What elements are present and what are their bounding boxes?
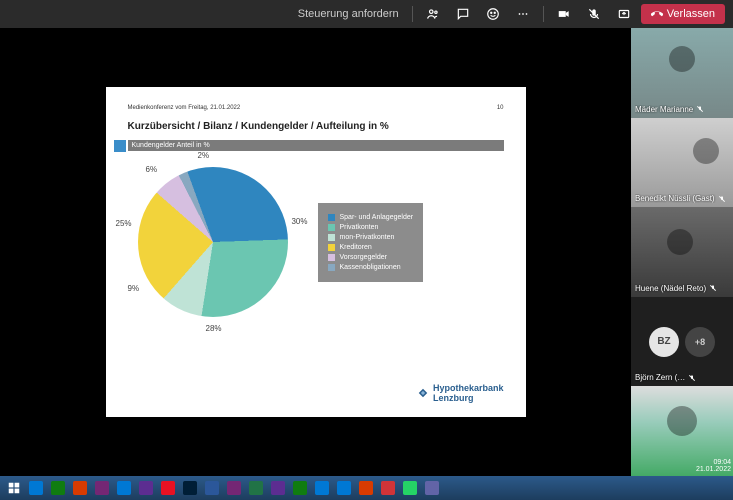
participant-tile[interactable]: 09:04 21.01.2022 [631,386,733,476]
legend-swatch [328,234,335,241]
mic-muted-icon [709,284,717,292]
taskbar-app[interactable] [158,479,178,497]
taskbar-app[interactable] [92,479,112,497]
slide-title: Kurzübersicht / Bilanz / Kundengelder / … [128,121,504,132]
participant-tile[interactable]: Benedikt Nüssli (Gast) [631,118,733,208]
mic-muted-icon [688,374,696,382]
meeting-toolbar: Steuerung anfordern Verlassen [0,0,733,28]
pie-label: 25% [116,219,132,228]
mic-muted-icon [718,195,726,203]
legend-label: Vorsorgegelder [340,254,387,261]
participant-strip: Mäder Marianne Benedikt Nüssli (Gast) Hu… [631,28,733,476]
taskbar-app[interactable] [290,479,310,497]
taskbar-app[interactable] [224,479,244,497]
pie-graphic [138,167,288,317]
chart-row: 30% 28% 9% 25% 6% 2% Spar- und Anlagegel… [128,157,504,327]
brand-line2: Lenzburg [433,393,504,403]
legend-swatch [328,244,335,251]
toolbar-separator [543,6,544,22]
legend-item: Kassenobligationen [328,264,414,271]
clock-date: 21.01.2022 [696,466,731,474]
mic-muted-icon[interactable] [581,3,607,25]
taskbar-app[interactable] [180,479,200,497]
participant-name: Huene (Nädel Reto) [635,284,706,293]
taskbar-app[interactable] [268,479,288,497]
slide-subtitle-bar: Kundengelder Anteil in % [128,140,504,151]
toolbar-separator [412,6,413,22]
pie-chart: 30% 28% 9% 25% 6% 2% [128,157,298,327]
start-button[interactable] [4,479,24,497]
legend-item: mon-Privatkonten [328,234,414,241]
legend-label: Kreditoren [340,244,372,251]
people-icon[interactable] [420,3,446,25]
legend-item: Spar- und Anlagegelder [328,214,414,221]
legend-label: Kassenobligationen [340,264,401,271]
presentation-slide: Medienkonferenz vom Freitag, 21.01.2022 … [106,87,526,417]
participant-tile[interactable]: Huene (Nädel Reto) [631,207,733,297]
taskbar-app[interactable] [114,479,134,497]
legend-label: Privatkonten [340,224,379,231]
legend-swatch [328,254,335,261]
chart-legend: Spar- und Anlagegelder Privatkonten mon-Pr… [318,203,424,282]
participant-name: Mäder Marianne [635,105,693,114]
slide-meta-left: Medienkonferenz vom Freitag, 21.01.2022 [128,105,241,111]
diamond-icon [417,387,429,399]
slide-page-number: 10 [497,105,504,111]
legend-swatch [328,214,335,221]
pie-label: 28% [206,324,222,333]
participant-name: Benedikt Nüssli (Gast) [635,194,715,203]
overflow-count: +8 [685,327,715,357]
participant-name: Björn Zern (… [635,373,685,382]
windows-taskbar[interactable] [0,476,733,500]
brand-logo: Hypothekarbank Lenzburg [417,383,504,403]
taskbar-app[interactable] [246,479,266,497]
pie-label: 30% [291,217,307,226]
clock-time: 09:04 [696,459,731,467]
participant-tile[interactable]: Mäder Marianne [631,28,733,118]
pie-label: 2% [198,151,210,160]
legend-label: mon-Privatkonten [340,234,395,241]
leave-label: Verlassen [667,8,715,20]
taskbar-app[interactable] [356,479,376,497]
chat-icon[interactable] [450,3,476,25]
avatar-initials: BZ [649,327,679,357]
pie-label: 9% [128,284,140,293]
slide-meta: Medienkonferenz vom Freitag, 21.01.2022 … [128,105,504,111]
meeting-main: Medienkonferenz vom Freitag, 21.01.2022 … [0,28,733,476]
taskbar-app[interactable] [312,479,332,497]
legend-swatch [328,224,335,231]
brand-line1: Hypothekarbank [433,383,504,393]
taskbar-app[interactable] [378,479,398,497]
mic-muted-icon [696,105,704,113]
taskbar-app[interactable] [422,479,442,497]
reactions-icon[interactable] [480,3,506,25]
pie-label: 6% [146,165,158,174]
legend-item: Vorsorgegelder [328,254,414,261]
legend-item: Kreditoren [328,244,414,251]
request-control-button[interactable]: Steuerung anfordern [298,8,399,20]
taskbar-app[interactable] [400,479,420,497]
camera-icon[interactable] [551,3,577,25]
shared-screen-stage: Medienkonferenz vom Freitag, 21.01.2022 … [0,28,631,476]
taskbar-app[interactable] [26,479,46,497]
taskbar-app[interactable] [48,479,68,497]
legend-item: Privatkonten [328,224,414,231]
taskbar-app[interactable] [70,479,90,497]
more-icon[interactable] [510,3,536,25]
legend-swatch [328,264,335,271]
participant-overflow-tile[interactable]: BZ +8 Björn Zern (… [631,297,733,387]
taskbar-app[interactable] [202,479,222,497]
leave-button[interactable]: Verlassen [641,4,725,24]
taskbar-app[interactable] [136,479,156,497]
taskbar-app[interactable] [334,479,354,497]
legend-label: Spar- und Anlagegelder [340,214,414,221]
share-icon[interactable] [611,3,637,25]
system-clock: 09:04 21.01.2022 [696,459,731,474]
